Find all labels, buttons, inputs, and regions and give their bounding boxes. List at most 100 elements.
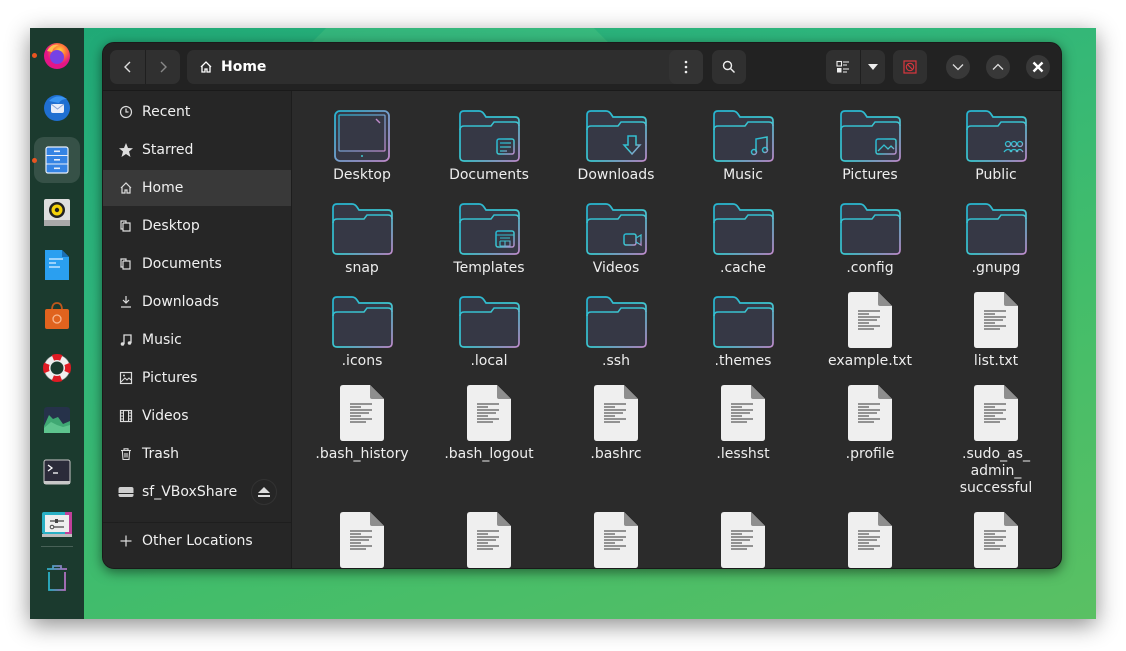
- sidebar-item-recent[interactable]: Recent: [103, 94, 291, 130]
- folder-item[interactable]: snap: [301, 196, 423, 277]
- file-name-label: Templates: [453, 260, 525, 276]
- dock-item-rhythmbox[interactable]: [34, 190, 80, 236]
- folder-item[interactable]: Videos: [555, 196, 677, 277]
- sidebar-item-documents[interactable]: Documents: [103, 246, 291, 282]
- dock-item-help[interactable]: [34, 345, 80, 391]
- dock: [30, 28, 84, 619]
- maximize-button[interactable]: [986, 55, 1010, 79]
- sidebar-item-downloads[interactable]: Downloads: [103, 284, 291, 320]
- sidebar-item-videos[interactable]: Videos: [103, 398, 291, 434]
- text-file-icon: [329, 382, 395, 442]
- sidebar-item-trash[interactable]: Trash: [103, 436, 291, 472]
- file-item[interactable]: .sudo_as_ admin_ successful: [935, 382, 1057, 497]
- system-monitor-icon: [43, 406, 71, 434]
- folder-item[interactable]: .cache: [682, 196, 804, 277]
- home-icon: [200, 61, 212, 73]
- file-item[interactable]: .profile: [809, 382, 931, 463]
- view-toggle-button[interactable]: [826, 50, 860, 84]
- dock-item-thunderbird[interactable]: [34, 84, 80, 130]
- back-button[interactable]: [110, 50, 145, 84]
- close-button[interactable]: [1026, 55, 1050, 79]
- folder-item[interactable]: .local: [428, 289, 550, 370]
- trash-icon: [44, 563, 70, 593]
- folder-item[interactable]: Public: [935, 103, 1057, 184]
- sidebar-item-music[interactable]: Music: [103, 322, 291, 358]
- star-icon: [118, 142, 134, 158]
- folder-documents-icon: [456, 103, 522, 163]
- dock-item-terminal[interactable]: [34, 449, 80, 495]
- file-item[interactable]: .lesshst: [682, 382, 804, 463]
- file-item[interactable]: .bash_history: [301, 382, 423, 463]
- text-file-icon: [837, 289, 903, 349]
- path-bar[interactable]: Home: [187, 50, 703, 84]
- file-item[interactable]: list.txt: [935, 289, 1057, 370]
- text-file-icon: [583, 509, 649, 568]
- sidebar-item-label: Pictures: [142, 370, 198, 386]
- file-name-label: Documents: [449, 167, 529, 183]
- folder-item[interactable]: Downloads: [555, 103, 677, 184]
- firefox-icon: [41, 39, 73, 71]
- sidebar-item-desktop[interactable]: Desktop: [103, 208, 291, 244]
- folder-item[interactable]: .gnupg: [935, 196, 1057, 277]
- folder-pictures-icon: [837, 103, 903, 163]
- file-name-label: .config: [846, 260, 894, 276]
- file-name-label: .sudo_as_ admin_ successful: [959, 446, 1033, 496]
- folder-item[interactable]: Desktop: [301, 103, 423, 184]
- file-name-label: .bash_history: [315, 446, 409, 462]
- forbidden-sign-icon: [903, 60, 917, 74]
- navigation-buttons: [110, 50, 180, 84]
- folder-icon: [118, 256, 134, 272]
- close-icon: [1032, 61, 1044, 73]
- settings-icon: [41, 510, 73, 538]
- running-indicator: [32, 53, 37, 58]
- folder-item[interactable]: .themes: [682, 289, 804, 370]
- text-file-icon: [329, 509, 395, 568]
- folder-item[interactable]: .ssh: [555, 289, 677, 370]
- dock-item-files[interactable]: [34, 137, 80, 183]
- folder-item[interactable]: Music: [682, 103, 804, 184]
- file-name-label: Pictures: [842, 167, 898, 183]
- search-button[interactable]: [712, 50, 746, 84]
- dock-item-software[interactable]: [34, 293, 80, 339]
- folder-item[interactable]: Templates: [428, 196, 550, 277]
- dock-item-system-monitor[interactable]: [34, 397, 80, 443]
- music-note-icon: [118, 332, 134, 348]
- file-item[interactable]: [809, 509, 931, 568]
- eject-button[interactable]: [251, 479, 277, 505]
- text-file-icon: [837, 382, 903, 442]
- text-file-icon: [963, 382, 1029, 442]
- folder-item[interactable]: .icons: [301, 289, 423, 370]
- file-item[interactable]: .bash_logout: [428, 382, 550, 463]
- file-item[interactable]: .bashrc: [555, 382, 677, 463]
- folder-item[interactable]: Documents: [428, 103, 550, 184]
- forward-button[interactable]: [145, 50, 180, 84]
- minimize-button[interactable]: [946, 55, 970, 79]
- sidebar-item-starred[interactable]: Starred: [103, 132, 291, 168]
- sidebar-item-pictures[interactable]: Pictures: [103, 360, 291, 396]
- view-options-dropdown[interactable]: [860, 50, 885, 84]
- folder-item[interactable]: Pictures: [809, 103, 931, 184]
- dock-item-libreoffice-writer[interactable]: [34, 242, 80, 288]
- file-item[interactable]: [428, 509, 550, 568]
- folder-icon: [329, 289, 395, 349]
- dock-item-settings[interactable]: [34, 501, 80, 547]
- file-item[interactable]: [555, 509, 677, 568]
- dock-item-trash[interactable]: [34, 555, 80, 601]
- text-file-icon: [837, 509, 903, 568]
- path-home-label[interactable]: Home: [221, 59, 266, 75]
- file-item[interactable]: example.txt: [809, 289, 931, 370]
- dock-item-firefox[interactable]: [34, 32, 80, 78]
- download-icon: [118, 294, 134, 310]
- desktop-background: Home Recent Starred Home Desktop Documen…: [30, 28, 1096, 619]
- file-item[interactable]: [682, 509, 804, 568]
- sidebar-item-home[interactable]: Home: [103, 170, 291, 206]
- folder-item[interactable]: .config: [809, 196, 931, 277]
- extension-button[interactable]: [893, 50, 927, 84]
- menu-button[interactable]: [669, 50, 703, 84]
- sidebar-item-other-locations[interactable]: Other Locations: [103, 523, 291, 559]
- file-name-label: Desktop: [333, 167, 391, 183]
- folder-downloads-icon: [583, 103, 649, 163]
- file-item[interactable]: [935, 509, 1057, 568]
- file-item[interactable]: [301, 509, 423, 568]
- folder-icon: [963, 196, 1029, 256]
